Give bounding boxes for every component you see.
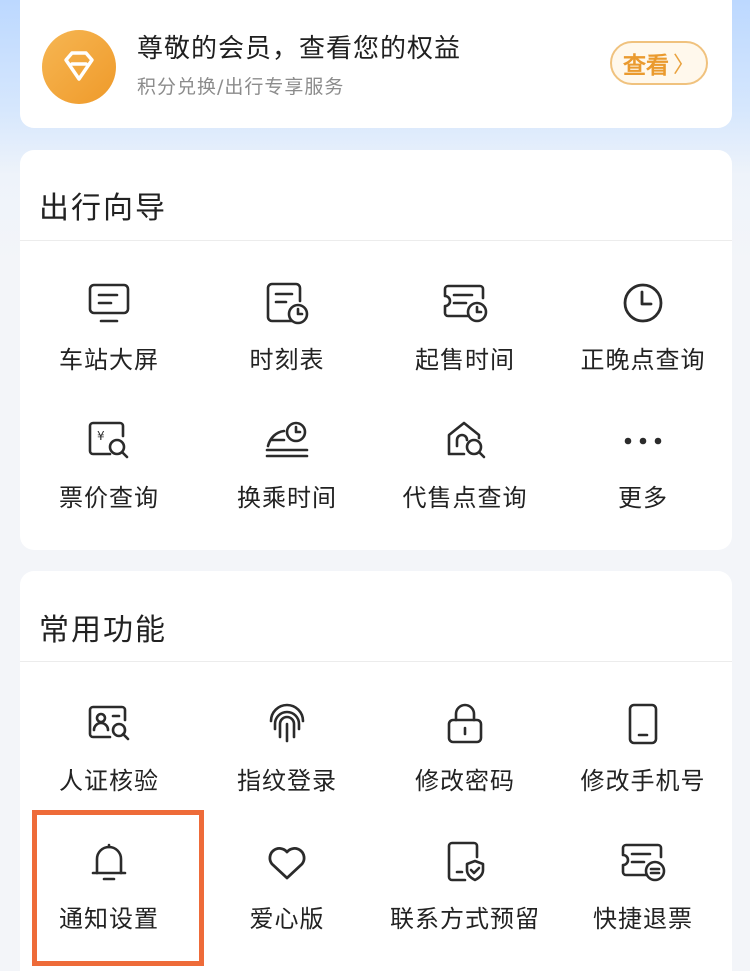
fare-search-icon: ¥ <box>84 416 134 466</box>
common-functions-card: 常用功能 人证核验 指纹登录 修改密码 修改手机号 通知设置 爱心版 联系方式预… <box>20 571 732 971</box>
id-verify-icon <box>84 699 134 749</box>
bell-icon <box>84 837 134 887</box>
grid-item-station-screen[interactable]: 车站大屏 <box>20 278 198 375</box>
ticket-clock-icon <box>440 278 490 328</box>
divider <box>20 240 732 241</box>
grid-item-change-phone[interactable]: 修改手机号 <box>554 699 732 796</box>
grid-item-label: 人证核验 <box>59 767 159 795</box>
grid-item-timetable[interactable]: 时刻表 <box>198 278 376 375</box>
grid-item-change-password[interactable]: 修改密码 <box>376 699 554 796</box>
member-card[interactable]: 尊敬的会员，查看您的权益 积分兑换/出行专享服务 查看 〉 <box>20 0 732 128</box>
grid-item-label: 修改密码 <box>415 767 515 795</box>
monitor-icon <box>84 278 134 328</box>
travel-guide-card: 出行向导 车站大屏 时刻表 起售时间 正晚点查询 ¥ 票价查询 换乘时间 代售点… <box>20 150 732 550</box>
grid-item-agency-query[interactable]: 代售点查询 <box>376 416 554 513</box>
grid-item-label: 指纹登录 <box>237 767 337 795</box>
agency-search-icon <box>440 416 490 466</box>
grid-item-label: 正晚点查询 <box>580 346 706 374</box>
grid-item-label: 换乘时间 <box>237 484 337 512</box>
grid-item-label: 修改手机号 <box>580 767 706 795</box>
grid-item-sale-time[interactable]: 起售时间 <box>376 278 554 375</box>
view-benefits-button[interactable]: 查看 〉 <box>610 41 708 85</box>
lock-icon <box>440 699 490 749</box>
fingerprint-icon <box>262 699 312 749</box>
grid-item-label: 车站大屏 <box>59 346 159 374</box>
grid-item-more[interactable]: 更多 <box>554 416 732 513</box>
grid-item-label: 时刻表 <box>249 346 325 374</box>
grid-item-label: 代售点查询 <box>402 484 528 512</box>
grid-item-label: 起售时间 <box>415 346 515 374</box>
member-subtitle: 积分兑换/出行专享服务 <box>137 76 345 98</box>
grid-item-fingerprint-login[interactable]: 指纹登录 <box>198 699 376 796</box>
grid-item-label: 爱心版 <box>249 905 325 933</box>
grid-item-transfer-time[interactable]: 换乘时间 <box>198 416 376 513</box>
chevron-right-icon: 〉 <box>672 53 695 78</box>
grid-item-fare-query[interactable]: ¥ 票价查询 <box>20 416 198 513</box>
clock-icon <box>618 278 668 328</box>
grid-item-notification-settings[interactable]: 通知设置 <box>20 837 198 934</box>
grid-item-label: 更多 <box>618 484 668 512</box>
diamond-icon <box>42 30 116 104</box>
contact-shield-icon <box>440 837 490 887</box>
heart-icon <box>262 837 312 887</box>
timetable-icon <box>262 278 312 328</box>
more-icon <box>618 416 668 466</box>
grid-item-label: 通知设置 <box>59 905 159 933</box>
grid-item-id-verify[interactable]: 人证核验 <box>20 699 198 796</box>
phone-icon <box>618 699 668 749</box>
grid-item-delay-query[interactable]: 正晚点查询 <box>554 278 732 375</box>
section-title-common-functions: 常用功能 <box>39 613 167 648</box>
grid-item-label: 快捷退票 <box>593 905 693 933</box>
section-title-travel-guide: 出行向导 <box>39 191 167 226</box>
grid-item-care-mode[interactable]: 爱心版 <box>198 837 376 934</box>
grid-item-quick-refund[interactable]: 快捷退票 <box>554 837 732 934</box>
transfer-time-icon <box>262 416 312 466</box>
grid-item-label: 联系方式预留 <box>390 905 540 933</box>
svg-text:¥: ¥ <box>97 429 105 443</box>
divider <box>20 661 732 662</box>
grid-item-contact-reservation[interactable]: 联系方式预留 <box>376 837 554 934</box>
grid-item-label: 票价查询 <box>59 484 159 512</box>
ticket-refund-icon <box>618 837 668 887</box>
member-title: 尊敬的会员，查看您的权益 <box>137 34 462 64</box>
view-button-label: 查看 <box>622 53 669 79</box>
